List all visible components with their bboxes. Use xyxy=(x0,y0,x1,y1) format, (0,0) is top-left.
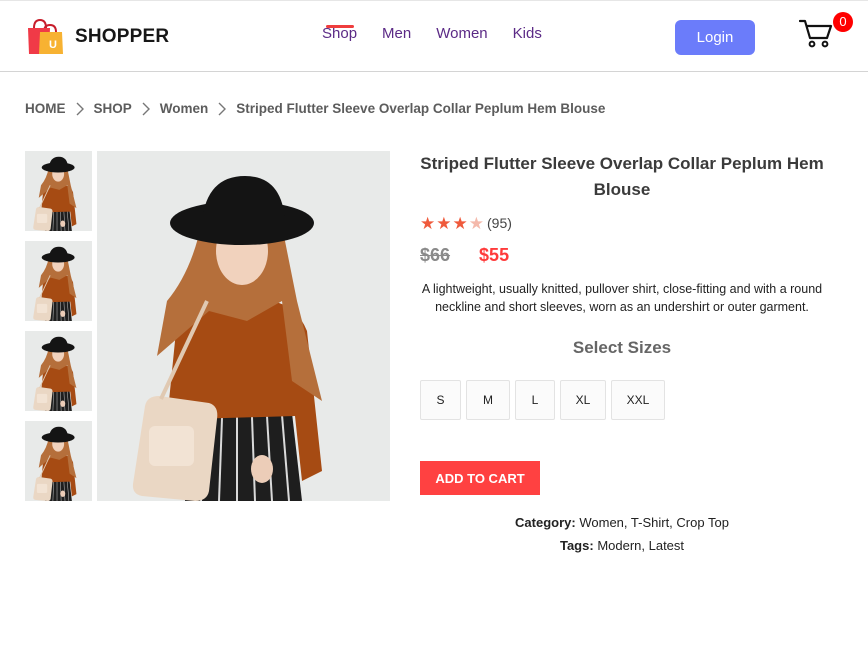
thumbnail-list xyxy=(25,151,92,511)
category-line: Category: Women, T-Shirt, Crop Top xyxy=(420,511,824,534)
nav-link-women[interactable]: Women xyxy=(436,25,487,42)
select-sizes-heading: Select Sizes xyxy=(572,338,672,357)
size-options: S M L XL XXL xyxy=(420,380,824,420)
breadcrumb: HOME SHOP Women Striped Flutter Sleeve O… xyxy=(25,101,605,116)
star-icon: ★ xyxy=(452,213,468,233)
new-price: $55 xyxy=(479,245,510,265)
breadcrumb-product: Striped Flutter Sleeve Overlap Collar Pe… xyxy=(236,101,606,116)
nav-links: Shop Men Women Kids xyxy=(322,25,567,42)
size-option-l[interactable]: L xyxy=(515,380,555,420)
category-value: Women, T-Shirt, Crop Top xyxy=(579,515,729,530)
old-price: $66 xyxy=(420,245,451,265)
shopping-bag-logo-icon: U xyxy=(28,18,63,54)
chevron-right-icon xyxy=(76,102,84,115)
size-option-m[interactable]: M xyxy=(466,380,510,420)
product-details: Striped Flutter Sleeve Overlap Collar Pe… xyxy=(420,151,824,557)
product-main-image xyxy=(97,151,390,501)
product-thumbnail[interactable] xyxy=(25,241,92,321)
nav-link-men[interactable]: Men xyxy=(382,25,411,42)
breadcrumb-shop[interactable]: SHOP xyxy=(94,101,132,116)
login-button[interactable]: Login xyxy=(675,20,755,55)
product-thumbnail[interactable] xyxy=(25,151,92,231)
breadcrumb-home[interactable]: HOME xyxy=(25,101,66,116)
price-row: $66 $55 xyxy=(420,245,824,266)
product-title: Striped Flutter Sleeve Overlap Collar Pe… xyxy=(420,154,824,199)
review-count: (95) xyxy=(487,215,512,231)
tags-value: Modern, Latest xyxy=(597,538,685,553)
size-option-xxl[interactable]: XXL xyxy=(611,380,665,420)
nav-link-kids[interactable]: Kids xyxy=(513,25,542,42)
navbar: U SHOPPER Shop Men Women Kids Login 0 xyxy=(0,0,868,72)
product-rating: ★ ★ ★ ★ (95) xyxy=(420,213,824,233)
category-label: Category: xyxy=(515,515,576,530)
product-description: A lightweight, usually knitted, pullover… xyxy=(421,282,823,314)
star-icon: ★ xyxy=(436,213,452,233)
logo[interactable]: U SHOPPER xyxy=(25,18,169,56)
chevron-right-icon xyxy=(218,102,227,115)
size-option-s[interactable]: S xyxy=(420,380,461,420)
product-thumbnail[interactable] xyxy=(25,421,92,501)
cart-count-badge: 0 xyxy=(833,12,853,32)
star-icon: ★ xyxy=(420,213,436,233)
size-option-xl[interactable]: XL xyxy=(560,380,606,420)
tags-label: Tags: xyxy=(559,538,594,553)
active-nav-indicator xyxy=(326,25,354,28)
star-icon: ★ xyxy=(468,213,484,233)
product-meta: Category: Women, T-Shirt, Crop Top Tags:… xyxy=(420,511,824,557)
chevron-right-icon xyxy=(142,102,150,115)
product-thumbnail[interactable] xyxy=(25,331,92,411)
brand-name: SHOPPER xyxy=(75,26,170,47)
logo-letter: U xyxy=(49,39,57,51)
breadcrumb-category[interactable]: Women xyxy=(160,101,209,116)
cart-icon xyxy=(799,19,833,48)
tags-line: Tags: Modern, Latest xyxy=(420,534,824,557)
add-to-cart-button[interactable]: ADD TO CART xyxy=(420,461,540,495)
cart-button[interactable]: 0 xyxy=(799,12,853,50)
